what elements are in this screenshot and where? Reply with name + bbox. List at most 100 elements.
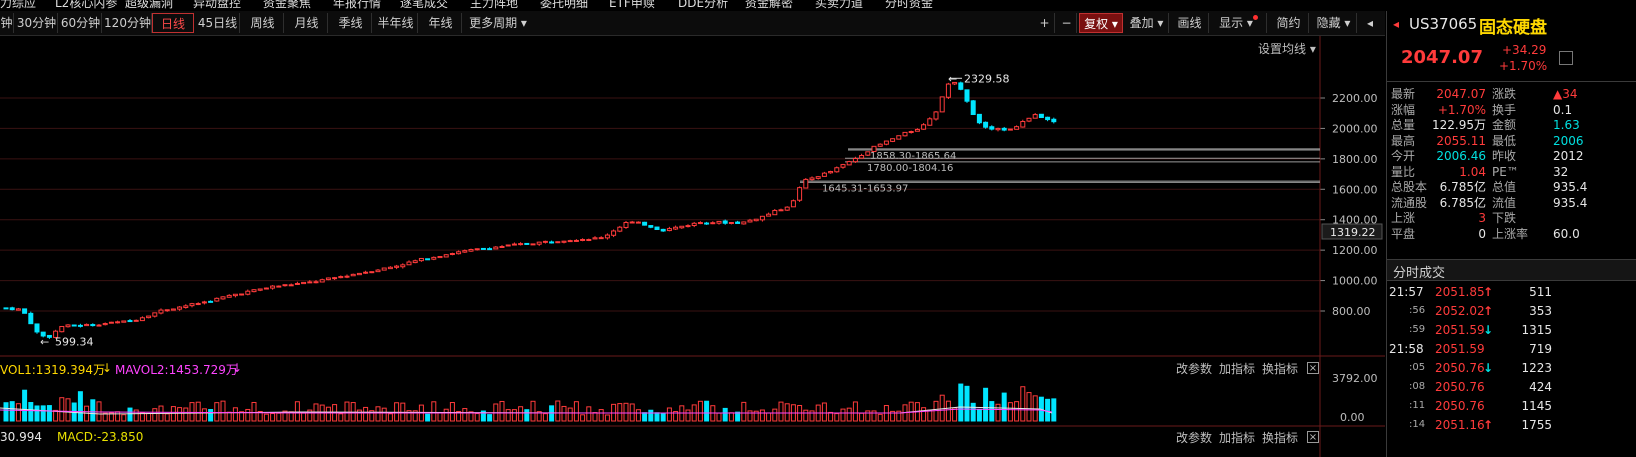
period-daily[interactable]: 日线 — [152, 13, 194, 33]
edit-params-button[interactable]: 改参数 — [1176, 360, 1212, 377]
fuquan-dropdown[interactable]: 复权 ▾ — [1079, 13, 1123, 33]
period-halfyear[interactable]: 半年线 — [374, 13, 418, 33]
candle-body — [71, 324, 77, 327]
close-indicator-icon-2[interactable]: × — [1307, 431, 1319, 443]
volume-bar — [28, 402, 34, 422]
top-menu-item[interactable]: 力综应 — [0, 0, 36, 10]
volume-bar — [598, 409, 604, 422]
y-tick-label: 800.00 — [1332, 305, 1371, 318]
more-periods-dropdown[interactable]: 更多周期 ▾ — [464, 13, 532, 33]
simple-mode-button[interactable]: 简约 — [1269, 13, 1309, 33]
switch-indicator-button[interactable]: 换指标 — [1262, 360, 1298, 377]
period-minute[interactable]: 钟 — [0, 13, 14, 33]
period-60min[interactable]: 60分钟 — [60, 13, 102, 33]
period-45day[interactable]: 45日线 — [196, 13, 240, 33]
tick-row[interactable]: :08 2050.76 424 — [1387, 378, 1636, 396]
volume-bar — [958, 383, 964, 422]
top-menu-item[interactable]: 逐笔成交 — [400, 0, 448, 10]
volume-bar — [270, 413, 276, 422]
draw-line-button[interactable]: 画线 — [1171, 13, 1209, 33]
collapse-arrow-icon[interactable]: ◂ — [1359, 13, 1381, 33]
top-menu-item[interactable]: 资金解密 — [745, 0, 793, 10]
candle-body — [177, 306, 183, 310]
top-menu-item[interactable]: 主力阵地 — [470, 0, 518, 10]
quote-label: 最新 — [1391, 87, 1416, 101]
dropdown-arrow-icon: ▾ — [1246, 16, 1253, 30]
quote-label: 总量 — [1391, 118, 1416, 132]
switch-indicator-button-2[interactable]: 换指标 — [1262, 429, 1298, 446]
top-menu-item[interactable]: DDE分析 — [678, 0, 728, 10]
top-menu-item[interactable]: 异动盘控 — [193, 0, 241, 10]
add-indicator-button-2[interactable]: 加指标 — [1219, 429, 1255, 446]
display-dropdown[interactable]: 显示 ▾ — [1211, 13, 1267, 33]
down-arrow-icon: ↓ — [1483, 361, 1494, 375]
volume-bar — [871, 410, 877, 422]
top-menu-item[interactable]: ETF申赎 — [609, 0, 655, 10]
candle-body — [865, 151, 871, 156]
volume-bar — [778, 401, 784, 422]
zoom-out-button[interactable]: − — [1057, 13, 1077, 33]
candle-body — [400, 264, 406, 268]
volume-bar — [728, 412, 734, 422]
close-indicator-icon[interactable]: × — [1307, 362, 1319, 374]
candle-body — [499, 245, 505, 248]
candle-body — [1051, 118, 1057, 123]
edit-params-button-2[interactable]: 改参数 — [1176, 429, 1212, 446]
volume-bar — [363, 406, 369, 422]
candle-body — [784, 206, 790, 211]
volume-bar — [964, 385, 970, 422]
top-menu-item[interactable]: 委托明细 — [540, 0, 588, 10]
top-menu-item[interactable]: 年报行情 — [333, 0, 381, 10]
top-menu-item[interactable]: 分时资金 — [885, 0, 933, 10]
top-menu-item[interactable]: 资金聚焦 — [263, 0, 311, 10]
tick-row[interactable]: :56 2052.02 ↑ 353 — [1387, 302, 1636, 320]
ma-settings-button[interactable]: 设置均线 ▾ — [1258, 40, 1316, 57]
hide-dropdown[interactable]: 隐藏 ▾ — [1311, 13, 1357, 33]
volume-bar — [121, 414, 127, 422]
volume-bar — [474, 413, 480, 422]
tick-row[interactable]: :14 2051.16 ↑ 1755 — [1387, 416, 1636, 434]
panel-toggle-icon[interactable] — [1559, 51, 1573, 65]
candle-body — [809, 177, 815, 181]
period-quarterly[interactable]: 季线 — [330, 13, 372, 33]
top-menu-item[interactable]: 买卖力道 — [815, 0, 863, 10]
candle-body — [158, 309, 164, 314]
volume-bar — [245, 408, 251, 422]
candle-body — [394, 265, 400, 268]
kline-chart-area[interactable]: 2200.00 2000.00 1800.00 1600.00 1400.00 1200.… — [0, 36, 1385, 457]
overlay-dropdown[interactable]: 叠加 ▾ — [1125, 13, 1169, 33]
period-30min[interactable]: 30分钟 — [16, 13, 58, 33]
tick-row[interactable]: 21:58 2051.59 719 — [1387, 340, 1636, 358]
period-weekly[interactable]: 周线 — [242, 13, 284, 33]
candle-body — [369, 271, 375, 274]
ticks-header: 分时成交 — [1387, 259, 1636, 281]
volume-bar — [511, 409, 517, 422]
candle-body — [220, 296, 226, 300]
quote-value: 2006.46 — [1436, 149, 1486, 163]
candle-body — [313, 281, 319, 284]
back-arrow-icon[interactable]: ◂ — [1393, 17, 1399, 31]
tick-row[interactable]: 21:57 2051.85 ↑ 511 — [1387, 283, 1636, 301]
add-indicator-button[interactable]: 加指标 — [1219, 360, 1255, 377]
tick-row[interactable]: :59 2051.59 ↓ 1315 — [1387, 321, 1636, 339]
volume-bar — [487, 414, 493, 422]
period-120min[interactable]: 120分钟 — [104, 13, 152, 33]
volume-bar — [976, 409, 982, 422]
candle-body — [251, 289, 257, 293]
candle-body — [84, 323, 90, 327]
top-menu-item[interactable]: L2核心内参 — [55, 0, 117, 10]
ticks-title: 分时成交 — [1393, 266, 1446, 281]
tick-row[interactable]: :05 2050.76 ↓ 1223 — [1387, 359, 1636, 377]
kline-chart-svg[interactable]: 2200.002000.001800.001600.001400.001200.… — [0, 36, 1385, 457]
candle-body — [325, 277, 331, 281]
zoom-in-button[interactable]: + — [1035, 13, 1055, 33]
period-yearly[interactable]: 年线 — [420, 13, 462, 33]
period-monthly[interactable]: 月线 — [286, 13, 328, 33]
dropdown-arrow-icon: ▾ — [1157, 16, 1164, 30]
candle-body — [914, 128, 920, 132]
volume-bar — [722, 407, 728, 422]
tick-row[interactable]: :11 2050.76 1145 — [1387, 397, 1636, 415]
top-menu-item[interactable]: 超级漏洞 — [125, 0, 173, 10]
candle-body — [902, 131, 908, 137]
dropdown-arrow-icon: ▾ — [1111, 17, 1118, 31]
